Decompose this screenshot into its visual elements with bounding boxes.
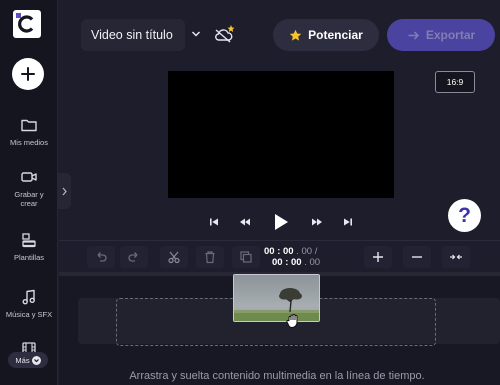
project-title-field[interactable]: Video sin título	[81, 19, 185, 51]
plus-icon	[21, 67, 35, 81]
cloud-sync-off-icon[interactable]	[213, 23, 235, 45]
skip-back-icon	[210, 218, 218, 226]
chevron-right-icon	[62, 187, 67, 195]
more-button[interactable]: Más	[8, 352, 48, 368]
rewind-button[interactable]	[235, 212, 255, 232]
export-button[interactable]: Exportar	[387, 19, 495, 51]
aspect-ratio-button[interactable]: 16:9	[435, 71, 475, 93]
plus-icon	[373, 252, 383, 262]
more-label: Más	[15, 355, 30, 365]
boost-label: Potenciar	[308, 28, 363, 42]
redo-icon	[128, 252, 138, 262]
fit-to-screen-icon	[450, 254, 462, 260]
clipchamp-logo[interactable]	[13, 10, 41, 38]
current-time: 00 : 00 . 00 /	[264, 246, 328, 257]
scissors-icon	[168, 251, 180, 264]
timeline-drop-hint: Arrastra y suelta contenido multimedia e…	[129, 370, 425, 382]
sidebar-item-label: Plantillas	[13, 253, 44, 262]
split-button[interactable]	[160, 246, 188, 268]
undo-icon	[97, 252, 107, 262]
time-separator: /	[314, 246, 318, 257]
sidebar-expand-button[interactable]	[58, 173, 71, 209]
sidebar-item-templates[interactable]: Plantillas	[0, 231, 58, 262]
grab-cursor-icon	[286, 314, 298, 329]
dragged-media-thumbnail[interactable]	[233, 274, 320, 322]
folder-icon	[21, 119, 37, 132]
templates-icon	[22, 233, 36, 248]
play-button[interactable]	[271, 212, 291, 232]
duplicate-icon	[240, 251, 252, 263]
skip-to-end-button[interactable]	[339, 212, 357, 232]
arrow-right-icon	[408, 30, 419, 40]
duplicate-button[interactable]	[232, 246, 260, 268]
rewind-icon	[240, 218, 250, 226]
trash-icon	[205, 251, 215, 264]
current-time-ms: . 00	[296, 246, 313, 257]
chevron-down-icon[interactable]	[190, 28, 202, 40]
redo-button[interactable]	[120, 246, 148, 268]
sidebar-item-record-create[interactable]: Grabar y crear	[0, 168, 58, 208]
sidebar-item-music-sfx[interactable]: Música y SFX	[0, 288, 58, 319]
total-time-ms: . 00	[304, 257, 321, 268]
fit-timeline-button[interactable]	[442, 246, 470, 268]
playback-controls	[205, 212, 355, 232]
delete-button[interactable]	[196, 246, 224, 268]
sidebar-item-label: Grabar y crear	[14, 190, 44, 208]
sidebar-item-label: Mis medios	[10, 138, 48, 147]
help-button[interactable]: ?	[448, 199, 481, 232]
undo-button[interactable]	[87, 246, 115, 268]
skip-to-start-button[interactable]	[205, 212, 223, 232]
play-icon	[275, 214, 288, 230]
skip-forward-icon	[344, 218, 352, 226]
zoom-out-button[interactable]	[403, 246, 431, 268]
total-time: 00 : 00 . 00	[272, 257, 332, 268]
sidebar-item-label: Música y SFX	[5, 310, 53, 319]
video-preview-canvas	[168, 71, 394, 198]
export-label: Exportar	[425, 28, 476, 42]
sidebar: Mis medios Grabar y crear Plantillas Mús…	[0, 0, 58, 385]
add-media-button[interactable]	[12, 58, 44, 90]
top-bar: Video sin título Potenciar Exportar	[59, 0, 500, 68]
boost-button[interactable]: Potenciar	[273, 19, 379, 51]
fast-forward-button[interactable]	[307, 212, 327, 232]
fast-forward-icon	[312, 218, 322, 226]
video-camera-icon	[21, 172, 37, 182]
zoom-in-button[interactable]	[364, 246, 392, 268]
sidebar-item-my-media[interactable]: Mis medios	[0, 116, 58, 147]
total-time-main: 00 : 00	[272, 257, 302, 268]
minus-icon	[412, 256, 422, 258]
tree-landscape-image	[234, 275, 319, 321]
star-icon	[289, 29, 302, 41]
music-note-icon	[22, 289, 35, 305]
chevron-down-icon	[31, 355, 41, 365]
current-time-main: 00 : 00	[264, 246, 294, 257]
